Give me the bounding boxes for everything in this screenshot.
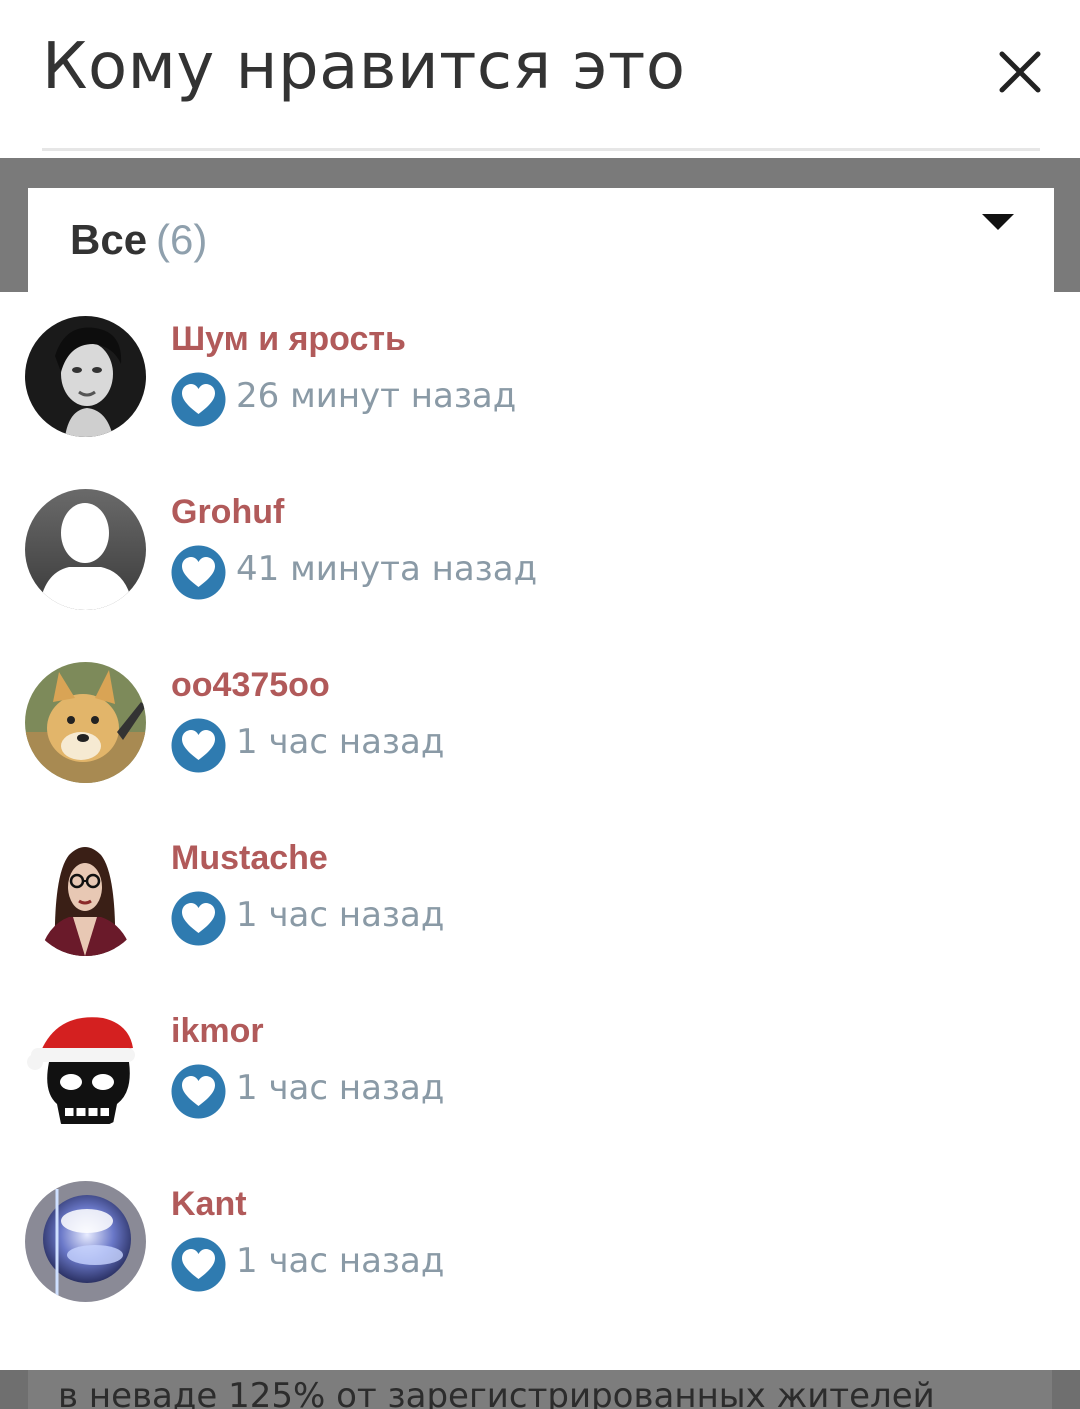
like-time: 41 минута назад (236, 549, 538, 589)
list-item: Grohuf 41 минута назад (0, 465, 1080, 638)
woman-glasses-avatar-icon (25, 835, 146, 956)
close-icon (999, 51, 1041, 93)
close-button[interactable] (992, 44, 1048, 100)
list-item: oo4375oo 1 час назад (0, 638, 1080, 811)
heart-icon (171, 545, 226, 600)
username-link[interactable]: Grohuf (171, 493, 284, 532)
heart-icon (171, 891, 226, 946)
username-link[interactable]: ikmor (171, 1012, 264, 1051)
background-content: в неваде 125% от зарегистрированных жите… (0, 1370, 1080, 1409)
heart-icon (171, 1064, 226, 1119)
like-time: 26 минут назад (236, 376, 517, 416)
avatar[interactable] (25, 662, 146, 783)
avatar[interactable] (25, 1181, 146, 1302)
username-link[interactable]: Mustache (171, 839, 328, 878)
avatar[interactable] (25, 1008, 146, 1129)
heart-icon (171, 1237, 226, 1292)
doge-avatar-icon (25, 662, 146, 783)
username-link[interactable]: Шум и ярость (171, 320, 406, 359)
heart-icon (171, 718, 226, 773)
avatar[interactable] (25, 316, 146, 437)
like-time: 1 час назад (236, 1068, 445, 1108)
filter-count: (6) (156, 216, 208, 263)
background-post: в неваде 125% от зарегистрированных жите… (28, 1370, 1052, 1409)
like-time: 1 час назад (236, 722, 445, 762)
default-user-icon (25, 489, 146, 610)
avatar[interactable] (25, 835, 146, 956)
filter-label: Все (70, 216, 148, 263)
dialog-title: Кому нравится это (42, 30, 686, 104)
username-link[interactable]: Kant (171, 1185, 247, 1224)
header-divider (42, 148, 1040, 151)
like-time: 1 час назад (236, 895, 445, 935)
dialog-header: Кому нравится это (0, 0, 1080, 158)
caret-down-icon (982, 214, 1014, 230)
avatar-portrait-icon (25, 316, 146, 437)
username-link[interactable]: oo4375oo (171, 666, 330, 705)
likes-list: Шум и ярость 26 минут назад Grohuf 41 ми… (0, 292, 1080, 1370)
heart-icon (171, 372, 226, 427)
list-item: Kant 1 час назад (0, 1157, 1080, 1330)
background-post-text: в неваде 125% от зарегистрированных жите… (58, 1376, 935, 1409)
glass-orb-avatar-icon (25, 1181, 146, 1302)
skull-santa-hat-icon (25, 1008, 146, 1129)
filter-dropdown[interactable]: Все (6) (28, 188, 1054, 298)
list-item: ikmor 1 час назад (0, 984, 1080, 1157)
list-item: Mustache 1 час назад (0, 811, 1080, 984)
list-item: Шум и ярость 26 минут назад (0, 292, 1080, 465)
like-time: 1 час назад (236, 1241, 445, 1281)
avatar[interactable] (25, 489, 146, 610)
